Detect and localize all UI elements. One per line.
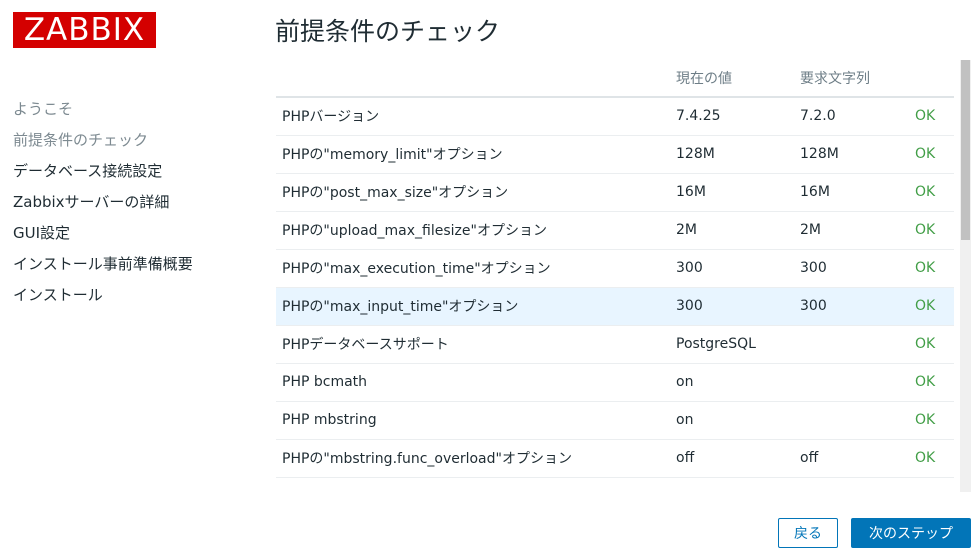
table-row: PHPの"mbstring.func_overload"オプション off off O…	[276, 439, 954, 478]
cell-name: PHP bcmath	[276, 363, 670, 402]
step-install: インストール	[13, 286, 103, 304]
header-current-value: 現在の値	[670, 60, 794, 98]
table-row: PHPの"post_max_size"オプション 16M 16M OK	[276, 173, 954, 212]
step-pre-install-summary: インストール事前準備概要	[13, 255, 193, 273]
cell-current-value: 7.4.25	[670, 97, 794, 136]
cell-required-value: off	[794, 439, 909, 478]
cell-status: OK	[909, 287, 954, 326]
vertical-scrollbar[interactable]	[960, 60, 971, 492]
cell-status: OK	[909, 173, 954, 212]
cell-status: OK	[909, 325, 954, 364]
table-row: PHPの"upload_max_filesize"オプション 2M 2M OK	[276, 211, 954, 250]
header-status	[909, 60, 954, 98]
table-row: PHPバージョン 7.4.25 7.2.0 OK	[276, 97, 954, 136]
cell-name: PHPの"max_input_time"オプション	[276, 287, 670, 326]
cell-current-value: 300	[670, 287, 794, 326]
cell-status: OK	[909, 439, 954, 478]
step-prerequisites: 前提条件のチェック	[13, 131, 149, 149]
cell-status: OK	[909, 401, 954, 440]
cell-current-value: on	[670, 401, 794, 440]
table-row: PHPデータベースサポート PostgreSQL OK	[276, 325, 954, 364]
prerequisites-table-container[interactable]: 現在の値 要求文字列 PHPバージョン 7.4.25 7.2.0 OK PHPの"mem…	[276, 60, 954, 480]
cell-required-value: 7.2.0	[794, 97, 909, 136]
step-welcome: ようこそ	[13, 100, 74, 118]
cell-required-value: 300	[794, 287, 909, 326]
table-row: PHP mbstring on OK	[276, 401, 954, 440]
cell-required-value: 16M	[794, 173, 909, 212]
cell-status: OK	[909, 135, 954, 174]
step-gui-settings: GUI設定	[13, 224, 71, 242]
cell-current-value: 16M	[670, 173, 794, 212]
cell-status: OK	[909, 249, 954, 288]
step-db-connection: データベース接続設定	[13, 162, 163, 180]
cell-name: PHPデータベースサポート	[276, 325, 670, 364]
cell-required-value: 300	[794, 249, 909, 288]
table-row: PHPの"max_input_time"オプション 300 300 OK	[276, 287, 954, 326]
table-row: PHPの"memory_limit"オプション 128M 128M OK	[276, 135, 954, 174]
cell-current-value: off	[670, 439, 794, 478]
cell-name: PHPの"mbstring.func_overload"オプション	[276, 439, 670, 478]
cell-current-value: 2M	[670, 211, 794, 250]
cell-name: PHPの"memory_limit"オプション	[276, 135, 670, 174]
cell-current-value: on	[670, 363, 794, 402]
setup-steps-nav: ようこそ 前提条件のチェック データベース接続設定 Zabbixサーバーの詳細 …	[13, 98, 193, 315]
step-server-details: Zabbixサーバーの詳細	[13, 193, 170, 211]
prerequisites-table: 現在の値 要求文字列 PHPバージョン 7.4.25 7.2.0 OK PHPの"mem…	[276, 60, 954, 478]
cell-status: OK	[909, 97, 954, 136]
cell-name: PHPの"max_execution_time"オプション	[276, 249, 670, 288]
scrollbar-thumb[interactable]	[961, 60, 970, 240]
cell-name: PHPバージョン	[276, 97, 670, 136]
page-title: 前提条件のチェック	[275, 17, 501, 46]
cell-required-value: 128M	[794, 135, 909, 174]
cell-required-value	[794, 325, 909, 364]
table-row: PHPの"max_execution_time"オプション 300 300 OK	[276, 249, 954, 288]
cell-current-value: PostgreSQL	[670, 325, 794, 364]
table-row: PHP bcmath on OK	[276, 363, 954, 402]
next-step-button[interactable]: 次のステップ	[851, 518, 971, 548]
cell-required-value	[794, 363, 909, 402]
cell-required-value: 2M	[794, 211, 909, 250]
cell-name: PHPの"post_max_size"オプション	[276, 173, 670, 212]
table-header-row: 現在の値 要求文字列	[276, 60, 954, 98]
cell-current-value: 128M	[670, 135, 794, 174]
header-name	[276, 60, 670, 98]
cell-current-value: 300	[670, 249, 794, 288]
header-required: 要求文字列	[794, 60, 909, 98]
cell-status: OK	[909, 363, 954, 402]
zabbix-logo: ZABBIX	[13, 12, 156, 48]
cell-name: PHP mbstring	[276, 401, 670, 440]
cell-required-value	[794, 401, 909, 440]
back-button[interactable]: 戻る	[778, 518, 838, 548]
cell-status: OK	[909, 211, 954, 250]
cell-name: PHPの"upload_max_filesize"オプション	[276, 211, 670, 250]
table-body: PHPバージョン 7.4.25 7.2.0 OK PHPの"memory_limit"オ…	[276, 97, 954, 478]
